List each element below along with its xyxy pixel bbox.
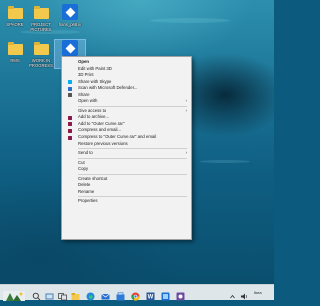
taskbar-app-icon[interactable] xyxy=(176,288,185,301)
defender-shield-icon xyxy=(62,40,78,56)
store-icon[interactable] xyxy=(116,288,125,301)
desktop-icon-label: hans_p68.iii xyxy=(58,22,82,27)
menu-item-label: Give access to xyxy=(78,107,107,113)
water-caustic xyxy=(200,160,250,163)
word-icon[interactable]: W xyxy=(146,288,155,301)
menu-item-label: Share with Skype xyxy=(78,78,112,84)
menu-item-label: Create shortcut xyxy=(78,175,108,181)
up-chevron-icon[interactable] xyxy=(228,288,237,299)
defender-shield-icon xyxy=(62,4,78,20)
menu-separator xyxy=(78,105,187,107)
menu-item-properties[interactable]: Properties xyxy=(62,198,191,205)
menu-item-copy[interactable]: Copy xyxy=(62,166,191,173)
winrar-icon xyxy=(68,122,72,127)
menu-item-label: Delete xyxy=(78,182,91,188)
menu-item-label: Restore previous versions xyxy=(78,140,128,146)
desktop-icon-label: WORK IN PROGRESS xyxy=(29,58,53,68)
menu-item-label: Cut xyxy=(78,159,85,165)
share-icon xyxy=(68,93,72,98)
chrome-icon[interactable] xyxy=(131,288,140,301)
menu-separator xyxy=(78,173,187,175)
speaker-icon[interactable] xyxy=(240,288,249,300)
menu-item-label: Open xyxy=(78,59,89,64)
desktop-icon-project-pictures[interactable]: PROJECT PICTURES xyxy=(26,4,56,32)
context-menu: Open Edit with Paint 3D 3D Print Share with… xyxy=(61,56,192,240)
edge-icon[interactable] xyxy=(86,288,95,301)
submenu-arrow-icon: › xyxy=(185,150,188,156)
menu-item-label: Send to xyxy=(78,150,93,156)
taskbar-app-icon[interactable] xyxy=(161,288,170,301)
menu-item-label: Edit with Paint 3D xyxy=(78,65,112,71)
mail-icon[interactable] xyxy=(101,288,110,300)
menu-item-label: Properties xyxy=(78,198,98,204)
winrar-icon xyxy=(68,135,72,140)
menu-separator xyxy=(78,148,187,150)
menu-item-label: Compress and email... xyxy=(78,127,121,133)
desktop-icon-work-in-progress[interactable]: WORK IN PROGRESS xyxy=(26,40,56,68)
folder-icon xyxy=(33,4,49,20)
menu-item-label: Share xyxy=(78,91,90,97)
taskbar-app-icon[interactable] xyxy=(45,288,54,300)
menu-separator xyxy=(78,196,187,198)
menu-item-label: Copy xyxy=(78,166,89,172)
folder-icon xyxy=(7,40,23,56)
menu-item-open-with[interactable]: Open with › xyxy=(62,98,191,105)
search-icon[interactable] xyxy=(32,288,41,301)
taskbar-wallpaper-thumb[interactable] xyxy=(3,288,25,301)
taskbar-clock[interactable]: Ikea xyxy=(254,290,262,295)
menu-item-label: Add to "Outer Curve.rar" xyxy=(78,120,125,126)
defender-icon xyxy=(68,86,72,91)
folder-icon xyxy=(33,40,49,56)
task-view-icon[interactable] xyxy=(58,288,67,301)
menu-item-label: Compress to "Outer Curve.rar" and email xyxy=(78,134,157,140)
winrar-icon xyxy=(68,115,72,120)
menu-item-send-to[interactable]: Send to › xyxy=(62,150,191,157)
submenu-arrow-icon: › xyxy=(185,98,188,104)
folder-icon xyxy=(7,4,23,20)
desktop-icon-hans[interactable]: hans_p68.iii xyxy=(55,4,85,27)
menu-item-label: Rename xyxy=(78,188,95,194)
menu-item-label: Scan with Microsoft Defender... xyxy=(78,85,138,91)
file-explorer-icon[interactable] xyxy=(71,288,80,300)
winrar-icon xyxy=(68,128,72,133)
menu-item-label: Add to archive... xyxy=(78,114,110,120)
menu-item-rename[interactable]: Rename xyxy=(62,189,191,196)
taskbar: W Ikea xyxy=(0,284,274,301)
menu-item-label: Open with xyxy=(78,98,98,104)
desktop-icon-label: PROJECT PICTURES xyxy=(30,22,52,32)
skype-icon xyxy=(68,80,72,85)
water-caustic xyxy=(150,18,230,23)
menu-item-label: 3D Print xyxy=(78,72,94,78)
menu-separator xyxy=(78,157,187,159)
menu-item-restore-previous-versions[interactable]: Restore previous versions xyxy=(62,141,191,148)
